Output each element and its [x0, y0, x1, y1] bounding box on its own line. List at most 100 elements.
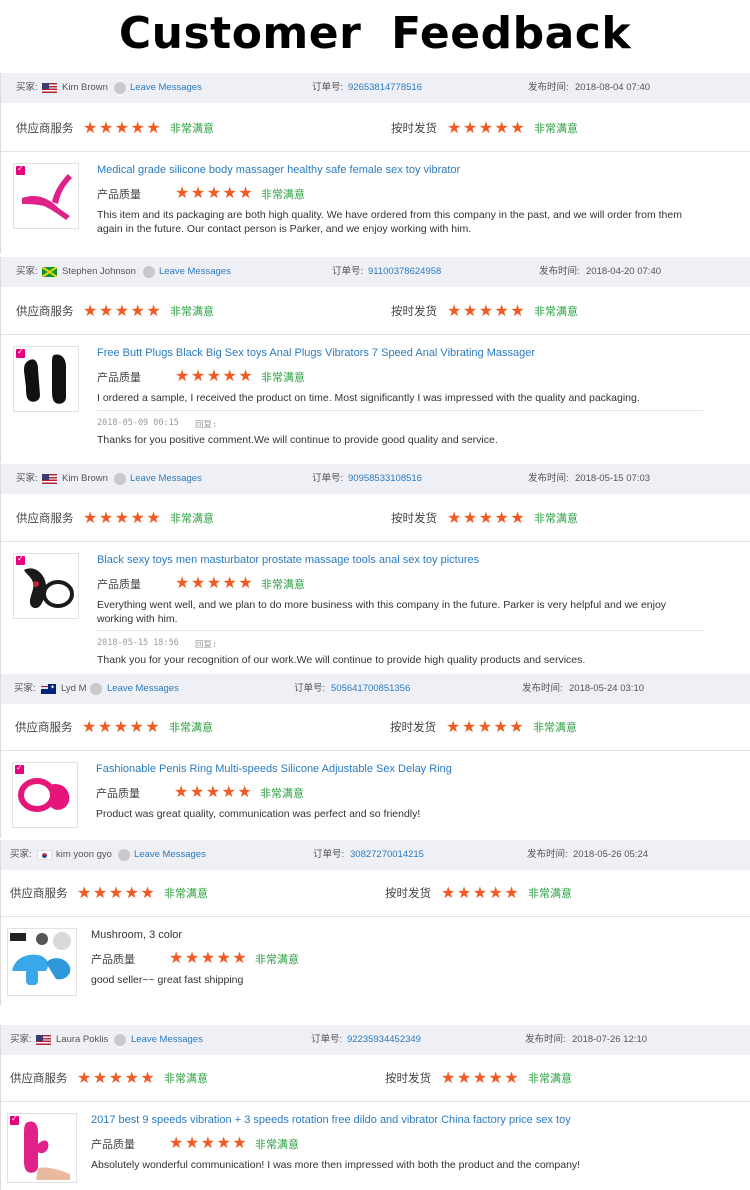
reply-date: 2018-05-09 00:15	[97, 418, 179, 428]
korea-flag-icon	[37, 850, 52, 860]
supplier-service-label: 供应商服务	[16, 306, 74, 318]
product-title-link[interactable]: 2017 best 9 speeds vibration + 3 speeds …	[91, 1114, 571, 1126]
review-date: 2018-08-04 07:40	[575, 82, 651, 93]
order-label: 订单号:	[311, 1034, 343, 1045]
on-time-delivery-label: 按时发货	[391, 123, 437, 135]
buyer-name: kim yoon gyo	[56, 849, 112, 860]
product-title-link[interactable]: Black sexy toys men masturbator prostate…	[97, 554, 479, 566]
message-icon	[143, 266, 155, 278]
on-time-delivery-rating: 非常满意	[534, 306, 578, 318]
product-quality-rating: 非常满意	[261, 372, 305, 384]
leave-messages-link[interactable]: Leave Messages	[130, 464, 202, 494]
leave-messages-link[interactable]: Leave Messages	[107, 674, 179, 704]
supplier-service-rating: 非常满意	[170, 513, 214, 525]
review-card: 买家: kim yoon gyo Leave Messages 订单号: 308…	[0, 840, 750, 1005]
on-time-delivery-label: 按时发货	[391, 513, 437, 525]
review-text: Product was great quality, communication…	[96, 808, 421, 820]
rating-row: 供应商服务 ★★★★★ 非常满意 按时发货 ★★★★★ 非常满意	[1, 872, 750, 917]
on-time-delivery-rating: 非常满意	[534, 513, 578, 525]
on-time-delivery-rating: 非常满意	[533, 722, 577, 734]
supplier-service-rating: 非常满意	[170, 306, 214, 318]
order-number-link[interactable]: 90958533108516	[348, 464, 422, 494]
supplier-service-rating: 非常满意	[170, 123, 214, 135]
supplier-service-stars: ★★★★★	[77, 1070, 157, 1087]
product-quality-rating: 非常满意	[261, 579, 305, 591]
rating-row: 供应商服务 ★★★★★ 非常满意 按时发货 ★★★★★ 非常满意	[1, 1057, 750, 1102]
supplier-service-stars: ★★★★★	[83, 510, 163, 527]
review-date: 2018-04-20 07:40	[586, 266, 662, 277]
product-quality-label: 产品质量	[97, 372, 141, 384]
on-time-delivery-label: 按时发货	[385, 888, 431, 900]
product-quality-stars: ★★★★★	[175, 185, 255, 202]
product-quality-label: 产品质量	[97, 579, 141, 591]
message-icon	[114, 473, 126, 485]
supplier-service-rating: 非常满意	[164, 1073, 208, 1085]
buyer-name: Kim Brown	[62, 473, 108, 484]
product-title-link[interactable]: Medical grade silicone body massager hea…	[97, 164, 460, 176]
on-time-delivery-rating: 非常满意	[528, 888, 572, 900]
verified-badge-icon	[10, 1114, 19, 1125]
supplier-service-stars: ★★★★★	[77, 885, 157, 902]
review-header: 买家: Lyd M Leave Messages 订单号: 5056417008…	[1, 674, 750, 704]
product-thumbnail[interactable]	[12, 762, 78, 828]
divider	[97, 410, 703, 411]
review-text: good seller~~ great fast shipping	[91, 974, 244, 986]
rating-row: 供应商服务 ★★★★★ 非常满意 按时发货 ★★★★★ 非常满意	[1, 107, 750, 152]
leave-messages-link[interactable]: Leave Messages	[131, 1025, 203, 1055]
product-quality-rating: 非常满意	[261, 189, 305, 201]
us-flag-icon	[36, 1035, 51, 1045]
reply-label: 回复:	[195, 420, 218, 430]
order-number-link[interactable]: 92653814778516	[348, 73, 422, 103]
leave-messages-link[interactable]: Leave Messages	[134, 840, 206, 870]
product-thumbnail[interactable]	[7, 928, 77, 996]
order-label: 订单号:	[313, 849, 345, 860]
review-text: I ordered a sample, I received the produ…	[97, 392, 640, 404]
order-number-link[interactable]: 92235934452349	[347, 1025, 421, 1055]
review-date: 2018-05-15 07:03	[575, 473, 651, 484]
buyer-name: Laura Poklis	[56, 1034, 109, 1045]
product-quality-stars: ★★★★★	[175, 575, 255, 592]
order-label: 订单号:	[312, 82, 344, 93]
order-number-link[interactable]: 91100378624958	[368, 257, 441, 287]
date-label: 发布时间:	[528, 473, 569, 484]
order-number-link[interactable]: 30827270014215	[350, 840, 424, 870]
product-title-link[interactable]: Free Butt Plugs Black Big Sex toys Anal …	[97, 347, 535, 359]
verified-badge-icon	[15, 763, 24, 774]
product-quality-label: 产品质量	[91, 1139, 135, 1151]
product-quality-stars: ★★★★★	[174, 784, 254, 801]
review-header: 买家: Kim Brown Leave Messages 订单号: 926538…	[1, 73, 750, 103]
buyer-label: 买家:	[16, 266, 38, 277]
jamaica-flag-icon	[42, 267, 57, 277]
review-header: 买家: Stephen Johnson Leave Messages 订单号: …	[1, 257, 750, 287]
seller-reply: Thank you for your recognition of our wo…	[97, 654, 586, 666]
review-text: This item and its packaging are both hig…	[97, 209, 682, 235]
leave-messages-link[interactable]: Leave Messages	[159, 257, 231, 287]
seller-reply: Thanks for you positive comment.We will …	[97, 434, 498, 446]
supplier-service-stars: ★★★★★	[83, 120, 163, 137]
supplier-service-rating: 非常满意	[169, 722, 213, 734]
on-time-delivery-stars: ★★★★★	[447, 303, 527, 320]
product-thumbnail[interactable]	[13, 346, 79, 412]
review-text: Everything went well, and we plan to do …	[97, 599, 667, 625]
on-time-delivery-stars: ★★★★★	[447, 120, 527, 137]
product-thumbnail[interactable]	[13, 553, 79, 619]
review-date: 2018-05-26 05:24	[573, 849, 649, 860]
product-quality-rating: 非常满意	[260, 788, 304, 800]
date-label: 发布时间:	[525, 1034, 566, 1045]
buyer-name: Stephen Johnson	[62, 266, 136, 277]
supplier-service-label: 供应商服务	[10, 888, 68, 900]
buyer-label: 买家:	[14, 683, 36, 694]
supplier-service-rating: 非常满意	[164, 888, 208, 900]
leave-messages-link[interactable]: Leave Messages	[130, 73, 202, 103]
rating-row: 供应商服务 ★★★★★ 非常满意 按时发货 ★★★★★ 非常满意	[1, 497, 750, 542]
order-number-link[interactable]: 505641700851356	[331, 674, 410, 704]
product-title-link[interactable]: Fashionable Penis Ring Multi-speeds Sili…	[96, 763, 452, 775]
buyer-name: Kim Brown	[62, 82, 108, 93]
reply-date: 2018-05-15 18:56	[97, 638, 179, 648]
product-quality-stars: ★★★★★	[169, 950, 249, 967]
on-time-delivery-rating: 非常满意	[534, 123, 578, 135]
us-flag-icon	[42, 474, 57, 484]
product-thumbnail[interactable]	[13, 163, 79, 229]
product-thumbnail[interactable]	[7, 1113, 77, 1183]
review-card: 买家: Kim Brown Leave Messages 订单号: 926538…	[0, 73, 750, 253]
